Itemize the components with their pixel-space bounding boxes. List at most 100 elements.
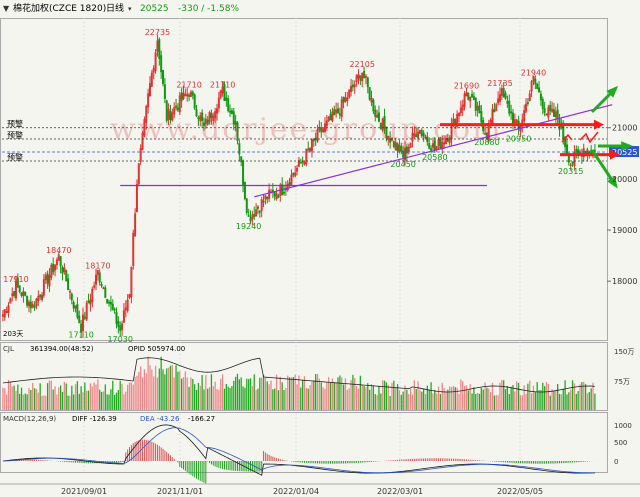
- alert-label: 预警: [7, 119, 23, 129]
- volume-bar: [251, 386, 254, 410]
- volume-bar: [17, 384, 19, 410]
- volume-bar: [506, 385, 509, 410]
- volume-bar: [447, 389, 449, 410]
- volume-bar: [266, 381, 268, 410]
- period-label[interactable]: 日线: [106, 0, 124, 18]
- volume-bar: [45, 395, 47, 410]
- candle: [504, 93, 507, 99]
- volume-bar: [519, 395, 522, 410]
- candle: [83, 316, 86, 319]
- candle: [307, 148, 310, 151]
- candle: [256, 206, 259, 209]
- volume-bar: [22, 394, 25, 410]
- volume-bar: [158, 368, 160, 410]
- volume-bar: [236, 373, 239, 410]
- volume-bar: [560, 394, 563, 410]
- volume-bar: [48, 380, 51, 410]
- volume-bar: [255, 389, 257, 410]
- volume-bar: [2, 387, 4, 410]
- volume-bar: [372, 385, 375, 410]
- volume-bar: [527, 383, 529, 410]
- volume-bar: [287, 375, 289, 410]
- volume-bar: [514, 391, 516, 410]
- volume-bar: [387, 384, 389, 410]
- volume-tick-label: 150万: [614, 348, 634, 356]
- candle: [175, 105, 178, 108]
- volume-bar: [86, 390, 88, 410]
- volume-bar: [281, 382, 283, 410]
- volume-bar: [320, 382, 322, 410]
- volume-bar: [536, 382, 538, 410]
- volume-bar: [385, 382, 388, 410]
- volume-bar: [35, 388, 38, 410]
- candle: [193, 94, 196, 109]
- volume-bar: [46, 383, 49, 410]
- volume-bar: [99, 389, 101, 410]
- volume-bar: [311, 381, 313, 410]
- volume-bar: [238, 379, 240, 410]
- volume-bar: [203, 389, 205, 410]
- x-tick-label: 2021/11/01: [157, 487, 203, 496]
- x-tick-label: 2022/01/04: [273, 487, 319, 496]
- volume-bar: [149, 365, 151, 410]
- volume-bar: [382, 380, 384, 410]
- price-change: -330 / -1.58%: [178, 4, 240, 14]
- volume-bar: [530, 393, 533, 410]
- candle: [258, 211, 261, 213]
- candle: [225, 97, 228, 101]
- volume-bar: [318, 378, 321, 410]
- volume-bar: [279, 376, 281, 410]
- volume-bar: [450, 387, 453, 410]
- volume-bar: [577, 391, 579, 410]
- volume-bar: [147, 356, 149, 410]
- volume-bar: [355, 386, 358, 410]
- volume-bar: [73, 394, 75, 410]
- volume-bar: [272, 389, 274, 410]
- volume-bar: [383, 380, 386, 410]
- volume-bar: [166, 368, 168, 410]
- dropdown-icon[interactable]: ▾: [128, 0, 132, 18]
- volume-bar: [592, 382, 594, 410]
- caret-down-icon[interactable]: ▼: [3, 0, 9, 18]
- volume-bar: [497, 395, 499, 410]
- volume-bar: [436, 393, 438, 410]
- volume-bar: [207, 388, 209, 410]
- volume-bar: [173, 377, 175, 410]
- volume-bar: [545, 381, 548, 410]
- volume-bar: [517, 382, 520, 410]
- volume-bar: [87, 390, 90, 410]
- volume-bar: [529, 380, 531, 410]
- volume-bar: [262, 374, 265, 410]
- candle: [20, 292, 23, 296]
- candle: [283, 191, 286, 194]
- price-annotation: 22735: [145, 28, 170, 37]
- volume-bar: [117, 390, 119, 410]
- volume-bar: [50, 380, 52, 410]
- candle: [247, 215, 250, 217]
- volume-bar: [153, 376, 155, 410]
- volume-bar: [182, 377, 185, 410]
- volume-bar: [154, 365, 157, 410]
- candle: [100, 283, 103, 287]
- volume-bar: [184, 371, 187, 410]
- candle: [76, 304, 79, 318]
- candle: [372, 99, 375, 112]
- volume-bar: [274, 388, 276, 410]
- volume-bar: [208, 387, 211, 410]
- candle: [543, 108, 546, 113]
- candle: [359, 75, 362, 81]
- volume-bar: [557, 383, 559, 410]
- volume-bar: [445, 391, 447, 410]
- volume-bar: [179, 371, 181, 410]
- y-tick-label: 19000: [612, 226, 637, 235]
- volume-bar: [350, 380, 352, 410]
- candle: [342, 96, 345, 103]
- volume-bar: [4, 388, 6, 410]
- candle: [556, 109, 559, 119]
- volume-bar: [467, 390, 469, 410]
- volume-bar: [564, 380, 566, 410]
- volume-bar: [480, 387, 482, 410]
- candle: [249, 217, 252, 222]
- volume-bar: [417, 381, 419, 410]
- volume-bar: [292, 377, 294, 410]
